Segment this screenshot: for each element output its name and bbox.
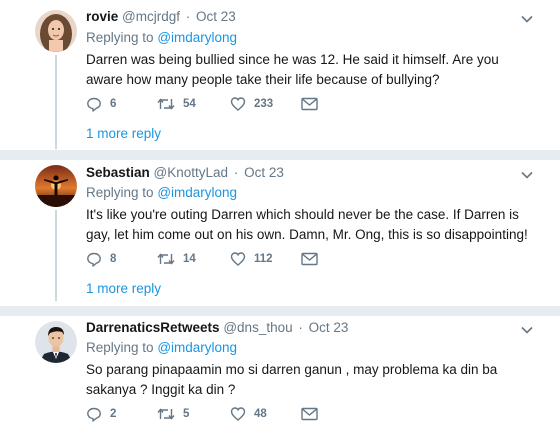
replying-to: Replying to @imdarylong bbox=[86, 185, 237, 200]
avatar[interactable] bbox=[35, 321, 77, 363]
like-count: 233 bbox=[254, 98, 274, 110]
tweet-3[interactable]: DarrenaticsRetweets @dns_thou · Oct 23 R… bbox=[0, 316, 560, 427]
direct-message-button[interactable] bbox=[301, 250, 318, 268]
reply-button[interactable]: 2 bbox=[86, 405, 116, 423]
user-handle[interactable]: @KnottyLad bbox=[154, 165, 229, 180]
reply-count: 6 bbox=[110, 98, 117, 110]
reply-count: 2 bbox=[110, 408, 117, 420]
retweet-button[interactable]: 54 bbox=[157, 95, 196, 113]
replying-to: Replying to @imdarylong bbox=[86, 30, 237, 45]
timestamp[interactable]: Oct 23 bbox=[309, 320, 349, 335]
tweet-text: So parang pinapaamin mo si darren ganun … bbox=[86, 362, 498, 397]
retweet-button[interactable]: 5 bbox=[157, 405, 189, 423]
timestamp[interactable]: Oct 23 bbox=[244, 165, 284, 180]
more-replies-link[interactable]: 1 more reply bbox=[86, 126, 161, 141]
tweet-1[interactable]: rovie @mcjrdgf · Oct 23 Replying to @imd… bbox=[0, 0, 560, 154]
tweet-2[interactable]: Sebastian @KnottyLad · Oct 23 Replying t… bbox=[0, 160, 560, 306]
retweet-button[interactable]: 14 bbox=[157, 250, 196, 268]
reply-icon bbox=[87, 407, 101, 422]
tweet-header: Sebastian @KnottyLad · Oct 23 bbox=[86, 165, 284, 180]
avatar[interactable] bbox=[35, 165, 77, 207]
thread-line bbox=[55, 210, 57, 301]
tweet-header: DarrenaticsRetweets @dns_thou · Oct 23 bbox=[86, 320, 348, 335]
retweet-count: 54 bbox=[183, 98, 196, 110]
display-name[interactable]: DarrenaticsRetweets bbox=[86, 320, 220, 335]
like-button[interactable]: 233 bbox=[230, 95, 273, 113]
heart-icon bbox=[230, 97, 246, 111]
chevron-down-icon[interactable] bbox=[520, 168, 534, 182]
dot-separator: · bbox=[185, 9, 191, 24]
tweet-header: rovie @mcjrdgf · Oct 23 bbox=[86, 9, 236, 24]
envelope-icon bbox=[301, 407, 318, 421]
tweet-text: It's like you're outing Darren which sho… bbox=[86, 207, 528, 242]
retweet-icon bbox=[157, 253, 175, 265]
like-count: 48 bbox=[254, 408, 267, 420]
mention-link[interactable]: @imdarylong bbox=[157, 30, 237, 45]
replying-label: Replying to bbox=[86, 185, 154, 200]
display-name[interactable]: rovie bbox=[86, 9, 118, 24]
tweet-text: Darren was being bullied since he was 12… bbox=[86, 52, 499, 87]
thread-line bbox=[55, 55, 57, 149]
reply-count: 8 bbox=[110, 253, 117, 265]
dot-separator: · bbox=[298, 320, 303, 335]
mention-link[interactable]: @imdarylong bbox=[157, 340, 237, 355]
retweet-icon bbox=[157, 408, 175, 420]
replying-label: Replying to bbox=[86, 340, 154, 355]
retweet-count: 5 bbox=[183, 408, 190, 420]
replying-label: Replying to bbox=[86, 30, 154, 45]
like-button[interactable]: 112 bbox=[230, 250, 273, 268]
reply-icon bbox=[87, 252, 101, 267]
direct-message-button[interactable] bbox=[301, 95, 318, 113]
heart-icon bbox=[230, 407, 246, 421]
thread-separator bbox=[0, 306, 560, 316]
reply-icon bbox=[87, 97, 101, 112]
timestamp[interactable]: Oct 23 bbox=[196, 9, 236, 24]
avatar[interactable] bbox=[35, 10, 77, 52]
replying-to: Replying to @imdarylong bbox=[86, 340, 237, 355]
display-name[interactable]: Sebastian bbox=[86, 165, 150, 180]
reply-button[interactable]: 8 bbox=[86, 250, 116, 268]
reply-button[interactable]: 6 bbox=[86, 95, 116, 113]
more-replies-link[interactable]: 1 more reply bbox=[86, 281, 161, 296]
heart-icon bbox=[230, 252, 246, 266]
dot-separator: · bbox=[233, 165, 239, 180]
retweet-icon bbox=[157, 98, 175, 110]
retweet-count: 14 bbox=[183, 253, 196, 265]
like-count: 112 bbox=[254, 253, 273, 265]
envelope-icon bbox=[301, 97, 318, 111]
user-handle[interactable]: @mcjrdgf bbox=[122, 9, 180, 24]
chevron-down-icon[interactable] bbox=[520, 12, 534, 26]
like-button[interactable]: 48 bbox=[230, 405, 267, 423]
mention-link[interactable]: @imdarylong bbox=[157, 185, 237, 200]
user-handle[interactable]: @dns_thou bbox=[223, 320, 292, 335]
direct-message-button[interactable] bbox=[301, 405, 318, 423]
chevron-down-icon[interactable] bbox=[520, 323, 534, 337]
thread-separator bbox=[0, 150, 560, 160]
envelope-icon bbox=[301, 252, 318, 266]
